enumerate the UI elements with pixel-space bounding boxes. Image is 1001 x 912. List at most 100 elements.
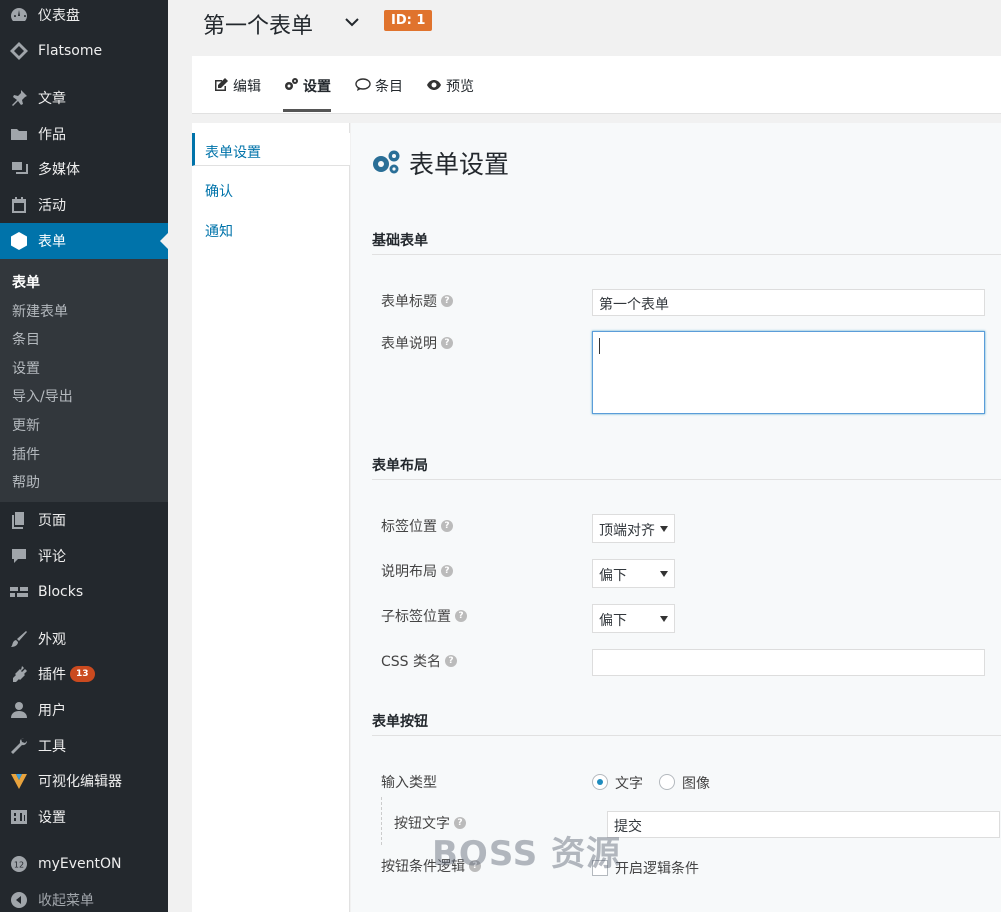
help-icon[interactable]: ? (441, 565, 453, 577)
submenu-item-entries[interactable]: 条目 (12, 329, 40, 349)
sidebar-item-events[interactable]: 活动 (0, 187, 168, 223)
form-description-label: 表单说明 ? (381, 333, 453, 353)
submenu-item-updates[interactable]: 更新 (12, 415, 40, 435)
svg-text:12: 12 (14, 861, 24, 870)
sidebar-item-appearance[interactable]: 外观 (0, 621, 168, 657)
dropdown-arrow-icon (660, 616, 668, 622)
gears-icon (285, 78, 298, 90)
edit-icon (215, 78, 228, 91)
panel-title: 表单设置 (409, 150, 510, 179)
help-icon[interactable]: ? (455, 610, 467, 622)
form-id-badge: ID: 1 (384, 10, 433, 31)
collapse-icon (9, 890, 29, 910)
button-text-input[interactable]: 提交 (607, 811, 1000, 838)
section-title-layout: 表单布局 (372, 458, 428, 474)
plugin-icon (9, 664, 29, 684)
text-caret (599, 338, 600, 354)
media-icon (9, 159, 29, 179)
section-title-basic: 基础表单 (372, 233, 428, 249)
pin-icon (9, 88, 29, 108)
form-settings-panel: 表单设置 基础表单 表单标题 ? 第一个表单 表单说明 ? 表单布局 标签位置 … (351, 123, 1001, 912)
form-toolbar: 编辑 设置 条目 预览 (192, 56, 1001, 114)
comment-icon (9, 546, 29, 566)
submenu-item-addons[interactable]: 插件 (12, 444, 40, 464)
submenu-item-new-form[interactable]: 新建表单 (12, 301, 68, 321)
settings-nav-form-settings[interactable]: 表单设置 (205, 142, 261, 162)
form-title-input[interactable]: 第一个表单 (592, 289, 985, 316)
form-title[interactable]: 第一个表单 (203, 8, 313, 40)
settings-nav: 表单设置 确认 通知 (192, 123, 350, 912)
sublabel-position-select[interactable]: 偏下 (592, 604, 675, 633)
sidebar-item-collapse-menu[interactable]: 收起菜单 (0, 882, 168, 912)
help-icon[interactable]: ? (441, 295, 453, 307)
watermark: BOSS 资源 (432, 834, 622, 874)
sidebar-item-visual-editor[interactable]: 可视化编辑器 (0, 763, 168, 799)
settings-nav-confirmations[interactable]: 确认 (205, 181, 233, 201)
help-icon[interactable]: ? (441, 337, 453, 349)
dropdown-arrow-icon (660, 526, 668, 532)
description-layout-select[interactable]: 偏下 (592, 559, 675, 588)
admin-sidebar: 仪表盘 Flatsome 文章 作品 多媒体 活动 表单 表单 新建表单 条目 … (0, 0, 168, 912)
sidebar-item-forms[interactable]: 表单 (0, 223, 168, 259)
settings-nav-notifications[interactable]: 通知 (205, 221, 233, 241)
sidebar-item-comments[interactable]: 评论 (0, 538, 168, 574)
wrench-icon (9, 736, 29, 756)
sidebar-item-dashboard[interactable]: 仪表盘 (0, 0, 168, 33)
forms-icon (9, 231, 29, 251)
description-layout-label: 说明布局 ? (381, 561, 453, 581)
nested-field-guide (381, 797, 382, 845)
form-title-label: 表单标题 ? (381, 291, 453, 311)
submenu-item-help[interactable]: 帮助 (12, 472, 40, 492)
sidebar-item-myeventon[interactable]: 12 myEventON (0, 846, 168, 882)
tab-preview[interactable]: 预览 (426, 76, 474, 112)
blocks-icon (9, 582, 29, 602)
plugin-update-count-badge: 13 (70, 666, 95, 682)
css-class-input[interactable] (592, 649, 985, 676)
sidebar-item-flatsome[interactable]: Flatsome (0, 33, 168, 69)
editor-icon (9, 771, 29, 791)
css-class-label: CSS 类名 ? (381, 651, 457, 671)
sidebar-item-tools[interactable]: 工具 (0, 728, 168, 764)
label-position-select[interactable]: 顶端对齐 (592, 514, 675, 543)
sidebar-item-plugins[interactable]: 插件 13 (0, 656, 168, 692)
enable-conditional-logic-label[interactable]: 开启逻辑条件 (615, 858, 699, 878)
sidebar-item-users[interactable]: 用户 (0, 692, 168, 728)
dropdown-arrow-icon (660, 571, 668, 577)
eye-icon (427, 80, 441, 90)
section-title-button: 表单按钮 (372, 714, 428, 730)
settings-icon (9, 807, 29, 827)
tab-settings[interactable]: 设置 (283, 76, 331, 112)
input-type-label: 输入类型 (381, 775, 437, 791)
input-type-text-radio[interactable] (592, 774, 608, 790)
sidebar-item-blocks[interactable]: Blocks (0, 574, 168, 610)
tab-entries[interactable]: 条目 (355, 76, 403, 112)
submenu-item-settings[interactable]: 设置 (12, 358, 40, 378)
input-type-image-label[interactable]: 图像 (682, 773, 710, 793)
section-divider (372, 254, 1001, 255)
eventon-icon: 12 (9, 854, 29, 874)
sidebar-item-posts[interactable]: 文章 (0, 80, 168, 116)
help-icon[interactable]: ? (441, 520, 453, 532)
brush-icon (9, 629, 29, 649)
tab-edit[interactable]: 编辑 (213, 76, 261, 112)
help-icon[interactable]: ? (445, 655, 457, 667)
sidebar-item-settings[interactable]: 设置 (0, 799, 168, 835)
user-icon (9, 700, 29, 720)
form-description-textarea[interactable] (592, 331, 985, 414)
submenu-item-forms[interactable]: 表单 (12, 272, 40, 292)
folder-icon (9, 124, 29, 144)
section-divider (372, 479, 1001, 480)
sidebar-item-portfolio[interactable]: 作品 (0, 116, 168, 152)
forms-submenu: 表单 新建表单 条目 设置 导入/导出 更新 插件 帮助 (0, 259, 168, 502)
input-type-text-label[interactable]: 文字 (615, 773, 643, 793)
submenu-item-import-export[interactable]: 导入/导出 (12, 386, 73, 406)
flatsome-icon (9, 41, 29, 61)
sidebar-item-pages[interactable]: 页面 (0, 502, 168, 538)
label-position-label: 标签位置 ? (381, 516, 453, 536)
chevron-down-icon[interactable] (344, 14, 360, 30)
gears-icon (373, 150, 400, 174)
section-divider (372, 735, 1001, 736)
sidebar-item-media[interactable]: 多媒体 (0, 151, 168, 187)
sublabel-position-label: 子标签位置 ? (381, 606, 467, 626)
input-type-image-radio[interactable] (659, 774, 675, 790)
